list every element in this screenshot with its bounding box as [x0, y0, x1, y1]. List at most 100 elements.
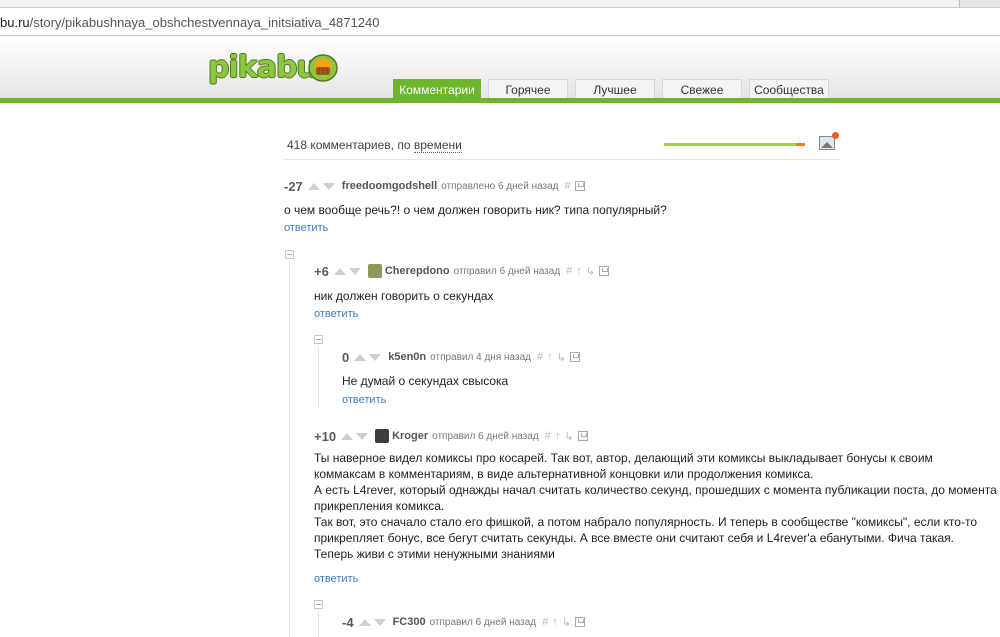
pikabu-logo[interactable]: pikabu [208, 50, 338, 85]
address-bar[interactable]: bu.ru/story/pikabushnaya_obshchestvennay… [0, 8, 1000, 36]
tab-comments[interactable]: Комментарии [393, 79, 481, 100]
vote-down-icon[interactable] [369, 353, 382, 361]
comment-author[interactable]: Cherepdono [385, 265, 450, 277]
parent-comment-icon[interactable]: ↑ [552, 616, 558, 628]
comment: +10 Kroger отправил 6 дней назад # ↑ ↳ Т… [314, 428, 1000, 588]
comment-text-line: А есть L4rever, который однажды начал сч… [314, 483, 997, 497]
comment-author[interactable]: k5en0n [388, 351, 426, 363]
comment-time: отправил 6 дней назад [429, 616, 537, 628]
comment-text: Не думай о секундах свысока [342, 374, 509, 388]
comment-author[interactable]: freedoomgodshell [342, 180, 437, 192]
comment-text: Ты наверное видел комиксы про косарей. Т… [314, 450, 1000, 562]
comment-text-line: коммаксам в комментариям, в виде альтерн… [314, 467, 814, 481]
comment-rating: 0 [342, 349, 350, 365]
comment: -4 FC300 отправил 6 дней назад # ↑ ↳ [342, 614, 862, 634]
comment-rating: +10 [314, 428, 337, 444]
permalink-icon[interactable]: # [537, 351, 543, 363]
save-icon[interactable] [577, 431, 588, 441]
comment: -27 freedoomgodshell отправлено 6 дней н… [284, 178, 844, 238]
sort-by-time-link[interactable]: времени [413, 138, 462, 153]
comment-header: -4 FC300 отправил 6 дней назад # ↑ ↳ [342, 614, 589, 630]
comment-time: отправлено 6 дней назад [441, 180, 559, 192]
comment-text-line: Теперь живи с этими ненужными знаниями [314, 547, 555, 561]
comment-time: отправил 6 дней назад [453, 265, 561, 277]
vote-up-icon[interactable] [358, 618, 371, 626]
reply-link[interactable]: ответить [314, 308, 358, 320]
comment: +6 Cherepdono отправил 6 дней назад # ↑ … [314, 263, 854, 323]
image-toggle-icon[interactable] [819, 132, 839, 150]
comment-author[interactable]: Kroger [392, 430, 428, 442]
reply-link[interactable]: ответить [314, 573, 358, 585]
reply-link[interactable]: ответить [284, 222, 328, 234]
vote-up-icon[interactable] [333, 267, 346, 275]
site-header: pikabu Комментарии Горячее Лучшее Свежее… [0, 37, 1000, 103]
permalink-icon[interactable]: # [545, 430, 551, 442]
tab-best[interactable]: Лучшее [575, 79, 655, 100]
comment-text-line: прикрепляет бонус, все бегут считать сек… [314, 531, 955, 545]
avatar[interactable] [375, 429, 390, 443]
browser-tab-strip [0, 0, 1000, 8]
avatar[interactable] [367, 264, 382, 278]
vote-up-icon[interactable] [341, 432, 354, 440]
browser-tab[interactable] [0, 0, 960, 8]
thread-icon[interactable]: ↳ [562, 616, 571, 629]
collapse-thread-button[interactable] [314, 335, 323, 344]
thread-icon[interactable]: ↳ [564, 430, 573, 443]
parent-comment-icon[interactable]: ↑ [576, 265, 582, 277]
thread-icon[interactable]: ↳ [557, 351, 566, 364]
tab-communities[interactable]: Сообщества [749, 79, 829, 100]
thread-icon[interactable]: ↳ [586, 265, 595, 278]
parent-comment-icon[interactable]: ↑ [555, 430, 561, 442]
notification-dot [832, 132, 839, 139]
comment-rating: -27 [284, 178, 303, 194]
vote-up-icon[interactable] [354, 353, 367, 361]
comment-text: о чем вообще речь?! о чем должен говорит… [284, 203, 667, 217]
tab-fresh[interactable]: Свежее [662, 79, 742, 100]
comments-count: 418 комментариев, по времени [287, 138, 462, 153]
comment-text-line: прикрепления комикса. [314, 499, 445, 513]
comment-text: ник должен говорить о секундах [314, 289, 494, 303]
comment-text-line: Так вот, это сначало стало его фишкой, а… [314, 515, 977, 529]
comment-header: +10 Kroger отправил 6 дней назад # ↑ ↳ [314, 428, 592, 444]
comments-toolbar: 418 комментариев, по времени [283, 132, 841, 160]
comment: 0 k5en0n отправил 4 дня назад # ↑ ↳ Не д… [342, 349, 862, 409]
vote-down-icon[interactable] [322, 182, 335, 190]
collapse-thread-button[interactable] [314, 600, 323, 609]
vote-down-icon[interactable] [373, 618, 386, 626]
thread-line [318, 612, 319, 637]
save-icon[interactable] [574, 181, 585, 191]
permalink-icon[interactable]: # [565, 180, 571, 192]
comment-rating: -4 [342, 614, 354, 630]
reply-link[interactable]: ответить [342, 394, 386, 406]
url-host: bu.ru [0, 15, 30, 30]
cupcake-icon [308, 54, 338, 82]
save-icon[interactable] [599, 266, 610, 276]
comment-rating: +6 [314, 263, 329, 279]
tab-hot[interactable]: Горячее [488, 79, 568, 100]
header-divider [0, 98, 1000, 103]
comment-header: -27 freedoomgodshell отправлено 6 дней н… [284, 178, 589, 194]
comments-count-label: 418 комментариев, по [287, 138, 411, 152]
comment-time: отправил 6 дней назад [432, 430, 539, 442]
url-text[interactable]: bu.ru/story/pikabushnaya_obshchestvennay… [0, 15, 379, 30]
vote-down-icon[interactable] [356, 432, 369, 440]
save-icon[interactable] [575, 617, 585, 627]
comment-time: отправил 4 дня назад [430, 351, 531, 363]
permalink-icon[interactable]: # [566, 265, 572, 277]
comment-text-line: Ты наверное видел комиксы про косарей. Т… [314, 451, 933, 465]
thread-line [318, 347, 319, 407]
logo-text: pikabu [208, 50, 318, 85]
main-tabs: Комментарии Горячее Лучшее Свежее Сообще… [393, 79, 829, 100]
permalink-icon[interactable]: # [542, 616, 548, 628]
collapse-thread-button[interactable] [285, 250, 294, 259]
parent-comment-icon[interactable]: ↑ [547, 351, 553, 363]
comment-author[interactable]: FC300 [393, 616, 426, 628]
thread-line [289, 262, 290, 637]
vote-down-icon[interactable] [348, 267, 361, 275]
vote-up-icon[interactable] [307, 182, 320, 190]
comment-header: +6 Cherepdono отправил 6 дней назад # ↑ … [314, 263, 613, 279]
progress-marker [796, 143, 805, 146]
save-icon[interactable] [569, 352, 580, 362]
comments-progress-bar [664, 143, 805, 146]
url-path: /story/pikabushnaya_obshchestvennaya_ini… [29, 15, 380, 30]
